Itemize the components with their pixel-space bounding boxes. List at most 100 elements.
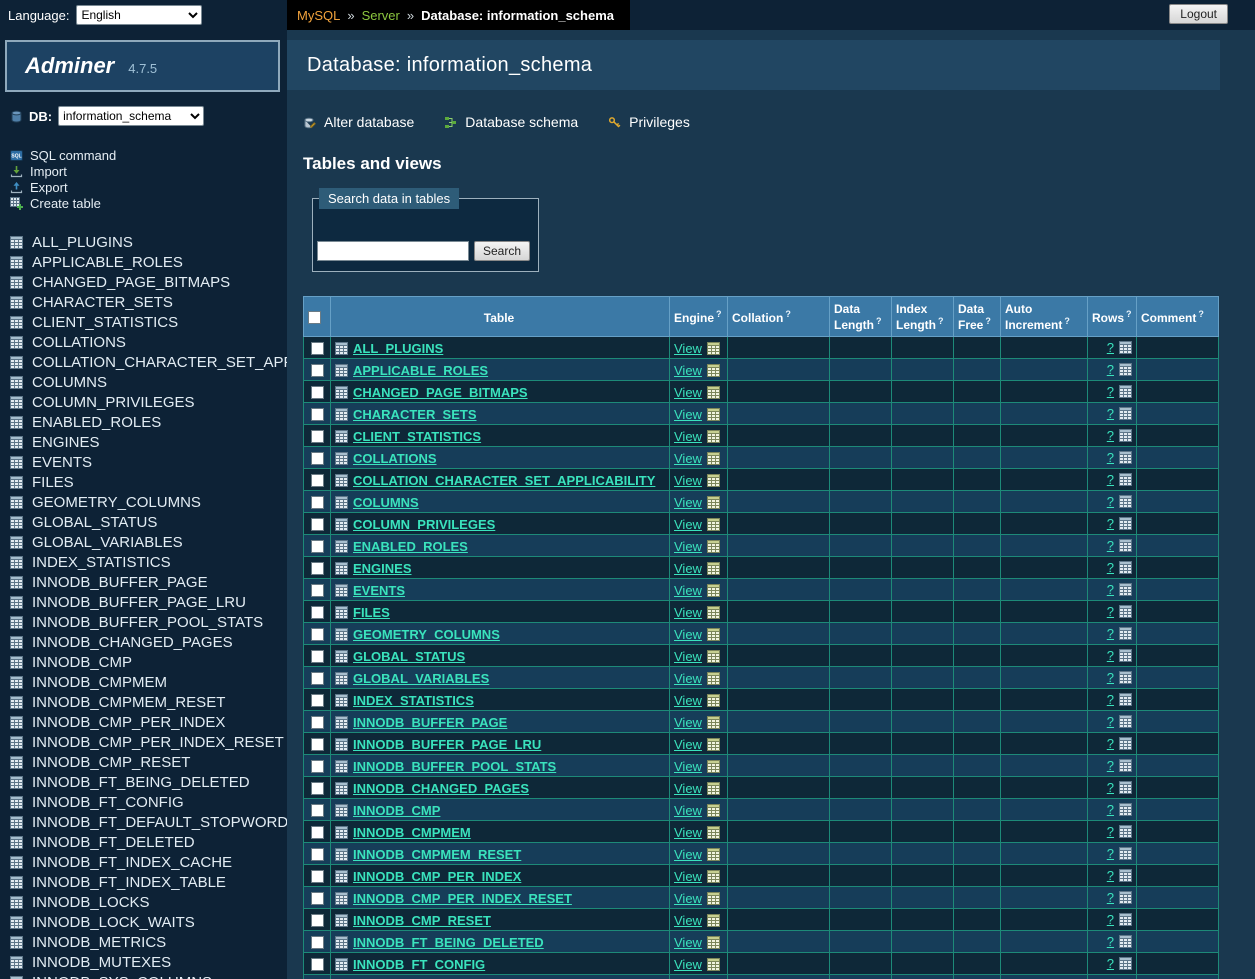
view-icon[interactable] (707, 540, 720, 553)
view-icon[interactable] (707, 364, 720, 377)
row-checkbox[interactable] (311, 452, 324, 465)
row-checkbox[interactable] (311, 672, 324, 685)
view-icon[interactable] (707, 386, 720, 399)
select-data-icon[interactable] (1119, 869, 1132, 882)
column-help-link[interactable]: ? (1126, 309, 1132, 319)
row-checkbox[interactable] (311, 826, 324, 839)
sidebar-table-item[interactable]: COLUMN_PRIVILEGES (10, 392, 287, 412)
view-link[interactable]: View (674, 847, 702, 862)
view-icon[interactable] (707, 936, 720, 949)
sidebar-table-link[interactable]: EVENTS (32, 454, 92, 471)
select-data-icon[interactable] (1119, 473, 1132, 486)
sidebar-table-link[interactable]: CHANGED_PAGE_BITMAPS (32, 274, 230, 291)
sidebar-table-link[interactable]: INDEX_STATISTICS (32, 554, 171, 571)
sidebar-table-link[interactable]: COLLATIONS (32, 334, 126, 351)
sidebar-table-item[interactable]: INDEX_STATISTICS (10, 552, 287, 572)
table-link[interactable]: ENABLED_ROLES (353, 539, 468, 554)
sidebar-table-link[interactable]: GLOBAL_STATUS (32, 514, 157, 531)
select-data-icon[interactable] (1119, 891, 1132, 904)
sidebar-table-item[interactable]: APPLICABLE_ROLES (10, 252, 287, 272)
table-link[interactable]: ALL_PLUGINS (353, 341, 443, 356)
table-link[interactable]: INNODB_CMP_RESET (353, 913, 491, 928)
sidebar-table-link[interactable]: INNODB_CMP_PER_INDEX_RESET (32, 734, 284, 751)
sidebar-table-item[interactable]: GLOBAL_STATUS (10, 512, 287, 532)
column-help-link[interactable]: ? (985, 316, 991, 326)
sidebar-table-item[interactable]: INNODB_BUFFER_POOL_STATS (10, 612, 287, 632)
rows-count-link[interactable]: ? (1107, 912, 1114, 927)
view-icon[interactable] (707, 474, 720, 487)
column-help-link[interactable]: ? (938, 316, 944, 326)
select-data-icon[interactable] (1119, 847, 1132, 860)
table-link[interactable]: EVENTS (353, 583, 405, 598)
table-link[interactable]: INDEX_STATISTICS (353, 693, 474, 708)
sidebar-table-link[interactable]: INNODB_FT_INDEX_CACHE (32, 854, 232, 871)
view-link[interactable]: View (674, 913, 702, 928)
sidebar-table-link[interactable]: INNODB_FT_DELETED (32, 834, 195, 851)
select-all-checkbox[interactable] (308, 311, 321, 324)
rows-count-link[interactable]: ? (1107, 384, 1114, 399)
table-link[interactable]: CHANGED_PAGE_BITMAPS (353, 385, 528, 400)
select-data-icon[interactable] (1119, 737, 1132, 750)
table-link[interactable]: COLLATIONS (353, 451, 437, 466)
select-data-icon[interactable] (1119, 803, 1132, 816)
view-icon[interactable] (707, 496, 720, 509)
column-help-link[interactable]: ? (1064, 316, 1070, 326)
language-select[interactable]: English (76, 5, 202, 25)
sidebar-table-link[interactable]: INNODB_FT_INDEX_TABLE (32, 874, 226, 891)
sidebar-table-link[interactable]: INNODB_CMP_PER_INDEX (32, 714, 225, 731)
rows-count-link[interactable]: ? (1107, 868, 1114, 883)
sidebar-table-link[interactable]: INNODB_BUFFER_PAGE (32, 574, 208, 591)
select-data-icon[interactable] (1119, 407, 1132, 420)
sidebar-table-item[interactable]: ENGINES (10, 432, 287, 452)
table-link[interactable]: COLUMNS (353, 495, 419, 510)
select-data-icon[interactable] (1119, 825, 1132, 838)
select-data-icon[interactable] (1119, 627, 1132, 640)
sidebar-table-item[interactable]: INNODB_CMP_PER_INDEX_RESET (10, 732, 287, 752)
sidebar-table-item[interactable]: INNODB_CMPMEM_RESET (10, 692, 287, 712)
table-link[interactable]: CHARACTER_SETS (353, 407, 477, 422)
table-link[interactable]: INNODB_CMP_PER_INDEX (353, 869, 521, 884)
sidebar-table-item[interactable]: INNODB_MUTEXES (10, 952, 287, 972)
sidebar-table-item[interactable]: INNODB_CMP_PER_INDEX (10, 712, 287, 732)
table-link[interactable]: FILES (353, 605, 390, 620)
sidebar-table-item[interactable]: INNODB_FT_CONFIG (10, 792, 287, 812)
rows-count-link[interactable]: ? (1107, 934, 1114, 949)
table-link[interactable]: GEOMETRY_COLUMNS (353, 627, 500, 642)
view-icon[interactable] (707, 342, 720, 355)
sidebar-table-item[interactable]: INNODB_FT_DEFAULT_STOPWORD (10, 812, 287, 832)
sidebar-action-export[interactable]: Export (10, 179, 287, 195)
sidebar-table-link[interactable]: COLUMNS (32, 374, 107, 391)
sidebar-table-link[interactable]: ALL_PLUGINS (32, 234, 133, 251)
sidebar-action-link[interactable]: Create table (30, 196, 101, 211)
select-data-icon[interactable] (1119, 517, 1132, 530)
sidebar-table-item[interactable]: COLLATION_CHARACTER_SET_APPLICABILITY (10, 352, 287, 372)
row-checkbox[interactable] (311, 760, 324, 773)
sidebar-table-link[interactable]: COLLATION_CHARACTER_SET_APPLICABILITY (32, 354, 287, 371)
sidebar-table-link[interactable]: INNODB_FT_DEFAULT_STOPWORD (32, 814, 287, 831)
select-data-icon[interactable] (1119, 759, 1132, 772)
view-icon[interactable] (707, 694, 720, 707)
view-link[interactable]: View (674, 605, 702, 620)
sidebar-table-link[interactable]: ENGINES (32, 434, 100, 451)
sidebar-table-link[interactable]: CHARACTER_SETS (32, 294, 173, 311)
table-link[interactable]: INNODB_BUFFER_PAGE (353, 715, 507, 730)
rows-count-link[interactable]: ? (1107, 340, 1114, 355)
breadcrumb-mysql-link[interactable]: MySQL (297, 8, 340, 23)
view-link[interactable]: View (674, 473, 702, 488)
select-data-icon[interactable] (1119, 671, 1132, 684)
row-checkbox[interactable] (311, 540, 324, 553)
view-icon[interactable] (707, 518, 720, 531)
view-link[interactable]: View (674, 649, 702, 664)
rows-count-link[interactable]: ? (1107, 758, 1114, 773)
table-link[interactable]: COLUMN_PRIVILEGES (353, 517, 495, 532)
sidebar-table-link[interactable]: INNODB_METRICS (32, 934, 166, 951)
rows-count-link[interactable]: ? (1107, 626, 1114, 641)
rows-count-link[interactable]: ? (1107, 890, 1114, 905)
sidebar-table-item[interactable]: INNODB_FT_BEING_DELETED (10, 772, 287, 792)
select-data-icon[interactable] (1119, 429, 1132, 442)
sidebar-table-item[interactable]: FILES (10, 472, 287, 492)
sidebar-table-link[interactable]: ENABLED_ROLES (32, 414, 161, 431)
view-link[interactable]: View (674, 693, 702, 708)
row-checkbox[interactable] (311, 804, 324, 817)
row-checkbox[interactable] (311, 628, 324, 641)
